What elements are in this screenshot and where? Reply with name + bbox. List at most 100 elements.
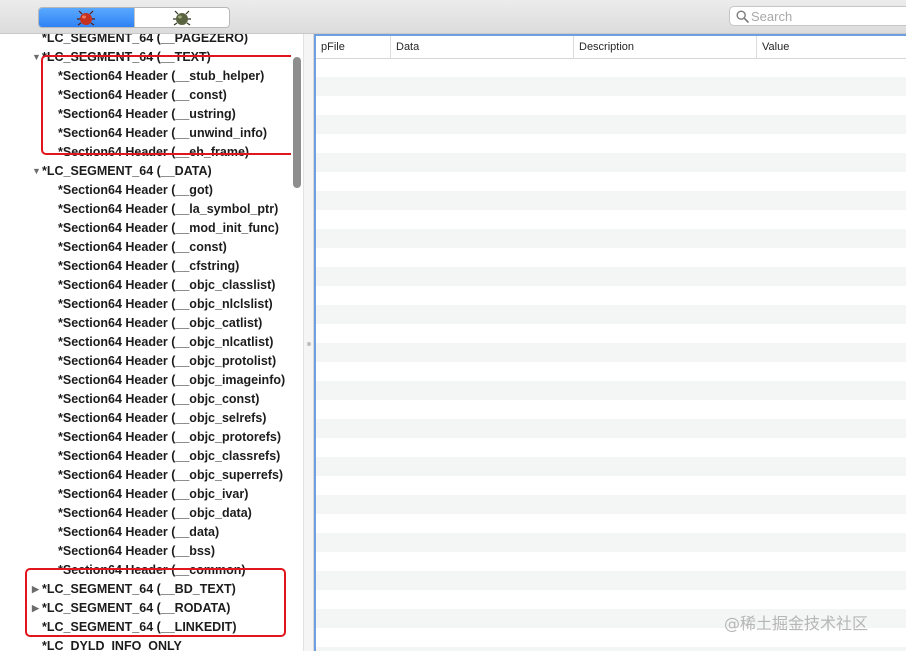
disclosure-closed-icon[interactable]: ▶ bbox=[32, 599, 42, 618]
tree-row-label: *Section64 Header (__objc_protolist) bbox=[58, 354, 277, 368]
tree-row[interactable]: *Section64 Header (__mod_init_func) bbox=[0, 219, 291, 238]
tree-row[interactable]: *Section64 Header (__objc_nlcatlist) bbox=[0, 333, 291, 352]
tree-row-label: *Section64 Header (__objc_classrefs) bbox=[58, 449, 281, 463]
tree-row-label: *Section64 Header (__common) bbox=[58, 563, 246, 577]
raw-view-button[interactable] bbox=[39, 8, 134, 27]
table-header: pFile Data Description Value bbox=[316, 36, 906, 59]
tree-row[interactable]: ▶ *LC_SEGMENT_64 (__BD_TEXT) bbox=[0, 580, 291, 599]
tree-row-label: *Section64 Header (__objc_const) bbox=[58, 392, 260, 406]
tree-row[interactable]: *Section64 Header (__const) bbox=[0, 238, 291, 257]
disclosure-open-icon[interactable]: ▼ bbox=[32, 162, 42, 181]
tree-row[interactable]: *Section64 Header (__objc_const) bbox=[0, 390, 291, 409]
tree-row-label: *Section64 Header (__objc_protorefs) bbox=[58, 430, 281, 444]
tree-row-label: *LC_SEGMENT_64 (__BD_TEXT) bbox=[42, 582, 236, 596]
table-row-stripe bbox=[316, 305, 906, 324]
tree-row-label: *LC_DYLD_INFO_ONLY bbox=[42, 639, 182, 651]
tree-row-label: *Section64 Header (__unwind_info) bbox=[58, 126, 268, 140]
tree-row-label: *Section64 Header (__objc_ivar) bbox=[58, 487, 249, 501]
details-table[interactable]: pFile Data Description Value bbox=[314, 34, 906, 651]
tree-row-label: *Section64 Header (__objc_nlcatlist) bbox=[58, 335, 274, 349]
tree-row[interactable]: *Section64 Header (__objc_classlist) bbox=[0, 276, 291, 295]
tree-row[interactable]: *Section64 Header (__objc_catlist) bbox=[0, 314, 291, 333]
tree-row[interactable]: *Section64 Header (__data) bbox=[0, 523, 291, 542]
disclosure-open-icon[interactable]: ▼ bbox=[32, 48, 42, 67]
column-header-data[interactable]: Data bbox=[391, 36, 574, 58]
tree-row-label: *Section64 Header (__got) bbox=[58, 183, 213, 197]
table-row-stripe bbox=[316, 267, 906, 286]
tree-row[interactable]: *LC_DYLD_INFO_ONLY bbox=[0, 637, 291, 651]
tree-row[interactable]: ▶ *LC_SEGMENT_64 (__RODATA) bbox=[0, 599, 291, 618]
tree-row-label: *Section64 Header (__la_symbol_ptr) bbox=[58, 202, 279, 216]
load-commands-tree: *LC_SEGMENT_64 (__PAGEZERO) ▼ *LC_SEGMENT_… bbox=[0, 34, 291, 651]
tree-row[interactable]: *Section64 Header (__objc_nlclslist) bbox=[0, 295, 291, 314]
tree-row[interactable]: *Section64 Header (__objc_protolist) bbox=[0, 352, 291, 371]
tree-row-label: *Section64 Header (__objc_imageinfo) bbox=[58, 373, 286, 387]
tree-row[interactable]: *LC_SEGMENT_64 (__LINKEDIT) bbox=[0, 618, 291, 637]
tree-row[interactable]: *Section64 Header (__unwind_info) bbox=[0, 124, 291, 143]
tree-row-label: *Section64 Header (__cfstring) bbox=[58, 259, 240, 273]
table-row-stripe bbox=[316, 153, 906, 172]
table-row-stripe bbox=[316, 77, 906, 96]
tree-row-label: *Section64 Header (__mod_init_func) bbox=[58, 221, 279, 235]
tree-row[interactable]: *Section64 Header (__stub_helper) bbox=[0, 67, 291, 86]
search-field[interactable] bbox=[729, 6, 906, 26]
tree-row-label: *Section64 Header (__objc_data) bbox=[58, 506, 252, 520]
tree-row-label: *Section64 Header (__stub_helper) bbox=[58, 69, 265, 83]
disclosure-closed-icon[interactable]: ▶ bbox=[32, 580, 42, 599]
search-icon bbox=[736, 10, 749, 23]
table-row-stripe bbox=[316, 381, 906, 400]
tree-row[interactable]: *Section64 Header (__objc_superrefs) bbox=[0, 466, 291, 485]
split-view-divider[interactable] bbox=[303, 34, 314, 651]
divider-grip bbox=[307, 342, 311, 346]
tree-row[interactable]: *LC_SEGMENT_64 (__PAGEZERO) bbox=[0, 34, 291, 48]
tree-row[interactable]: *Section64 Header (__objc_protorefs) bbox=[0, 428, 291, 447]
table-row-stripe bbox=[316, 191, 906, 210]
tree-row-label: *Section64 Header (__objc_catlist) bbox=[58, 316, 263, 330]
tree-row[interactable]: ▼ *LC_SEGMENT_64 (__TEXT) bbox=[0, 48, 291, 67]
tree-row[interactable]: *Section64 Header (__objc_classrefs) bbox=[0, 447, 291, 466]
view-mode-segmented-control bbox=[38, 7, 230, 28]
tree-row[interactable]: *Section64 Header (__objc_ivar) bbox=[0, 485, 291, 504]
tree-row[interactable]: *Section64 Header (__bss) bbox=[0, 542, 291, 561]
tree-row[interactable]: ▼ *LC_SEGMENT_64 (__DATA) bbox=[0, 162, 291, 181]
search-input[interactable] bbox=[751, 8, 901, 24]
tree-row[interactable]: *Section64 Header (__got) bbox=[0, 181, 291, 200]
table-row-stripe bbox=[316, 457, 906, 476]
green-bug-icon bbox=[172, 10, 191, 25]
tree-row[interactable]: *Section64 Header (__eh_frame) bbox=[0, 143, 291, 162]
tree-row[interactable]: *Section64 Header (__ustring) bbox=[0, 105, 291, 124]
tree-row[interactable]: *Section64 Header (__const) bbox=[0, 86, 291, 105]
tree-row-label: *LC_SEGMENT_64 (__DATA) bbox=[42, 164, 212, 178]
column-header-pfile[interactable]: pFile bbox=[316, 36, 391, 58]
tree-row-label: *Section64 Header (__bss) bbox=[58, 544, 216, 558]
tree-row-label: *Section64 Header (__objc_selrefs) bbox=[58, 411, 267, 425]
tree-row[interactable]: *Section64 Header (__cfstring) bbox=[0, 257, 291, 276]
tree-row[interactable]: *Section64 Header (__objc_selrefs) bbox=[0, 409, 291, 428]
tree-row-label: *LC_SEGMENT_64 (__LINKEDIT) bbox=[42, 620, 237, 634]
tree-row-label: *Section64 Header (__objc_superrefs) bbox=[58, 468, 284, 482]
tree-row-label: *Section64 Header (__data) bbox=[58, 525, 220, 539]
tree-row-label: *Section64 Header (__objc_nlclslist) bbox=[58, 297, 273, 311]
table-row-stripe bbox=[316, 419, 906, 438]
tree-row-label: *Section64 Header (__const) bbox=[58, 240, 227, 254]
watermark: @稀土掘金技术社区 bbox=[724, 614, 869, 633]
tree-row[interactable]: *Section64 Header (__la_symbol_ptr) bbox=[0, 200, 291, 219]
tree-row[interactable]: *Section64 Header (__objc_imageinfo) bbox=[0, 371, 291, 390]
tree-row-label: *LC_SEGMENT_64 (__PAGEZERO) bbox=[42, 34, 249, 45]
table-row-stripe bbox=[316, 343, 906, 362]
tree-row-label: *Section64 Header (__eh_frame) bbox=[58, 145, 250, 159]
tree-row-label: *Section64 Header (__ustring) bbox=[58, 107, 236, 121]
rva-view-button[interactable] bbox=[133, 8, 230, 27]
tree-row[interactable]: *Section64 Header (__common) bbox=[0, 561, 291, 580]
column-header-description[interactable]: Description bbox=[574, 36, 757, 58]
column-header-value[interactable]: Value bbox=[757, 36, 906, 58]
tree-scrollbar-thumb[interactable] bbox=[293, 57, 301, 188]
tree-row-label: *LC_SEGMENT_64 (__RODATA) bbox=[42, 601, 231, 615]
table-row-stripe bbox=[316, 229, 906, 248]
tree-row[interactable]: *Section64 Header (__objc_data) bbox=[0, 504, 291, 523]
tree-row-label: *Section64 Header (__const) bbox=[58, 88, 227, 102]
table-row-stripe bbox=[316, 115, 906, 134]
table-row-stripe bbox=[316, 495, 906, 514]
red-bug-icon bbox=[77, 10, 96, 25]
toolbar bbox=[0, 0, 906, 34]
